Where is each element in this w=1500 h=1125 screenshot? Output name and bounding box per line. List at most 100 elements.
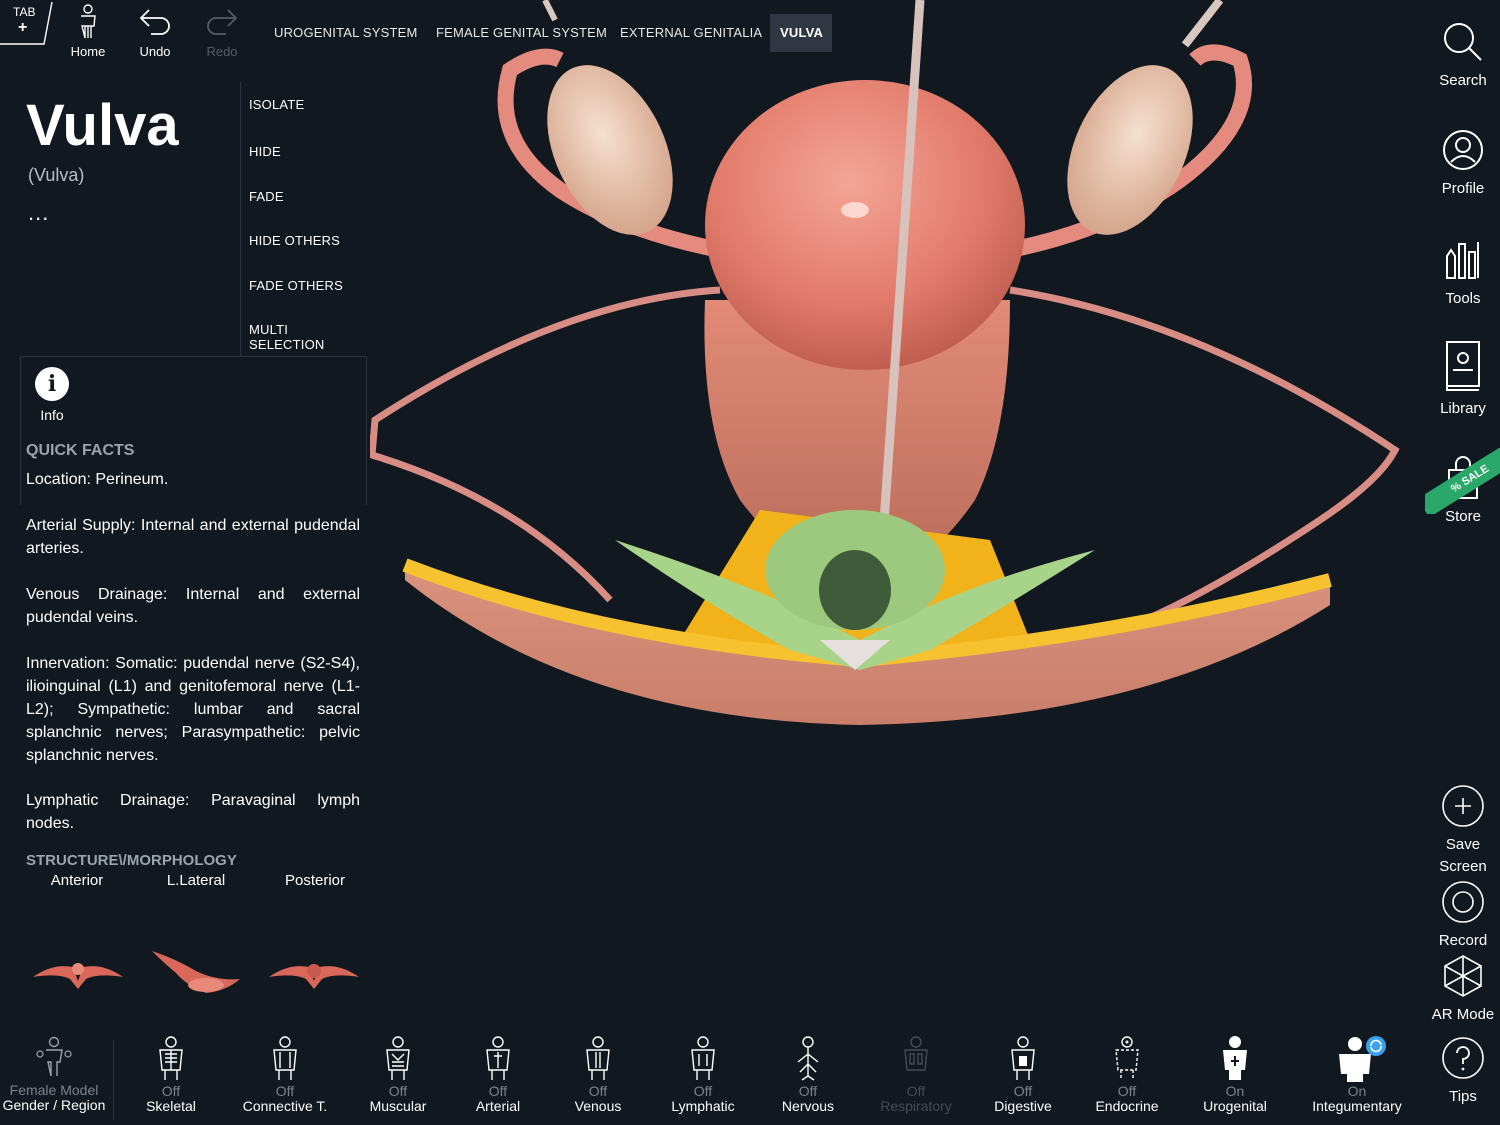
lymphatic-label: Lymphatic <box>671 1098 735 1114</box>
redo-label: Redo <box>206 44 238 59</box>
structure-latin-name: (Vulva) <box>28 165 85 185</box>
save-screen-button[interactable]: Save Screen <box>1428 784 1498 878</box>
left-round-ligament[interactable] <box>370 286 721 603</box>
search-button[interactable]: Search <box>1428 20 1498 92</box>
sale-badge-text: % SALE <box>1425 448 1500 514</box>
integumentary-label: Integumentary <box>1312 1098 1402 1114</box>
nervous-icon <box>797 1036 819 1081</box>
redo-icon <box>207 9 238 35</box>
tips-label: Tips <box>1449 1088 1477 1105</box>
isolate-action[interactable]: ISOLATE <box>249 97 304 112</box>
lateral-view-thumbnail[interactable] <box>146 935 246 1005</box>
venous-icon <box>586 1036 610 1080</box>
respiratory-label: Respiratory <box>880 1098 952 1114</box>
save-screen-label-line1: Save <box>1445 836 1481 853</box>
specular-highlight <box>841 202 869 218</box>
system-toggle-integumentary[interactable]: On Integumentary <box>1297 1036 1417 1114</box>
fact-venous-drainage: Venous Drainage: Internal and external p… <box>26 586 360 626</box>
system-toggle-venous[interactable]: Off Venous <box>538 1036 658 1114</box>
info-icon: i <box>35 367 69 401</box>
skeletal-label: Skeletal <box>146 1098 196 1114</box>
info-label: Info <box>40 407 64 423</box>
posterior-view-thumbnail[interactable] <box>264 935 364 1005</box>
tools-icon <box>1446 242 1479 279</box>
save-screen-label-line2: Screen <box>1439 858 1487 875</box>
hide-others-action[interactable]: HIDE OTHERS <box>249 233 340 248</box>
record-icon <box>1442 881 1484 923</box>
ar-mode-button[interactable]: AR Mode <box>1428 954 1498 1026</box>
right-probe <box>1181 0 1224 48</box>
model-sub-label: Gender / Region <box>2 1097 106 1113</box>
respiratory-icon <box>904 1036 928 1071</box>
redo-button[interactable]: Redo <box>192 4 252 64</box>
ar-cube-icon <box>1444 955 1482 997</box>
library-button[interactable]: Library <box>1428 340 1498 420</box>
right-ovary[interactable] <box>1042 45 1218 255</box>
quick-facts-header: QUICK FACTS <box>26 442 135 459</box>
right-round-ligament[interactable] <box>1009 286 1400 634</box>
search-label: Search <box>1439 72 1487 89</box>
profile-icon <box>1443 130 1483 170</box>
structure-morphology-header: STRUCTURE\/MORPHOLOGY <box>26 852 237 866</box>
anterior-view-thumbnail[interactable] <box>28 935 128 1005</box>
left-ovary[interactable] <box>522 45 698 255</box>
system-toggle-respiratory[interactable]: Off Respiratory <box>856 1036 976 1114</box>
digestive-label: Digestive <box>994 1098 1052 1114</box>
structure-title: Vulva <box>26 93 179 158</box>
gender-region-button[interactable]: Female Model Gender / Region <box>0 1036 108 1113</box>
view-label-lateral: L.Lateral <box>166 872 226 889</box>
tips-button[interactable]: Tips <box>1428 1036 1498 1108</box>
model-name: Female Model <box>9 1082 99 1098</box>
anatomy-3d-viewer[interactable] <box>370 0 1426 1030</box>
fact-innervation: Innervation: Somatic: pudendal nerve (S2… <box>26 655 360 764</box>
system-toggle-endocrine[interactable]: Off Endocrine <box>1067 1036 1187 1114</box>
info-button[interactable]: i Info <box>27 367 77 427</box>
fade-action[interactable]: FADE <box>249 189 284 204</box>
urogenital-icon <box>1223 1036 1247 1080</box>
respiratory-state: Off <box>906 1083 926 1099</box>
profile-label: Profile <box>1441 180 1485 197</box>
search-icon <box>1444 23 1482 61</box>
multi-selection-action[interactable]: MULTI SELECTION <box>249 322 365 352</box>
system-toggle-digestive[interactable]: Off Digestive <box>963 1036 1083 1114</box>
fade-others-action[interactable]: FADE OTHERS <box>249 278 343 293</box>
tab-plus-icon: + <box>18 19 28 36</box>
fact-location: Location: Perineum. <box>26 471 169 488</box>
home-label: Home <box>70 44 106 59</box>
tab-label: TAB <box>13 5 36 19</box>
plus-circle-icon <box>1442 785 1484 827</box>
system-toggle-urogenital[interactable]: On Urogenital <box>1175 1036 1295 1114</box>
more-options-button[interactable]: ... <box>28 200 49 226</box>
system-toggle-skeletal[interactable]: Off Skeletal <box>111 1036 231 1114</box>
arterial-icon <box>486 1036 510 1080</box>
muscular-icon <box>386 1036 410 1080</box>
home-button[interactable]: Home <box>58 4 118 64</box>
vaginal-orifice <box>819 550 891 630</box>
endocrine-icon <box>1115 1036 1139 1080</box>
system-toggle-nervous[interactable]: Off Nervous <box>748 1036 868 1114</box>
female-model-icon <box>36 1036 72 1077</box>
skeletal-state: Off <box>161 1083 181 1099</box>
profile-button[interactable]: Profile <box>1428 128 1498 200</box>
hide-action[interactable]: HIDE <box>249 144 281 159</box>
system-toggle-lymphatic[interactable]: Off Lymphatic <box>643 1036 763 1114</box>
view-label-posterior: Posterior <box>284 872 346 889</box>
help-icon <box>1442 1037 1484 1079</box>
new-tab-button[interactable]: TAB + <box>0 0 53 45</box>
undo-button[interactable]: Undo <box>125 4 185 64</box>
lymphatic-icon <box>691 1036 715 1080</box>
sale-badge[interactable]: % SALE <box>1425 448 1500 514</box>
library-label: Library <box>1440 400 1486 417</box>
uterus[interactable] <box>705 80 1025 370</box>
nervous-label: Nervous <box>781 1098 835 1114</box>
digestive-icon <box>1011 1036 1035 1080</box>
venous-state: Off <box>588 1083 608 1099</box>
library-icon <box>1446 341 1480 391</box>
system-toggle-connective-tissue[interactable]: Off Connective T. <box>225 1036 345 1114</box>
fact-arterial-supply: Arterial Supply: Internal and external p… <box>26 517 360 557</box>
endocrine-label: Endocrine <box>1095 1098 1159 1114</box>
tools-button[interactable]: Tools <box>1428 238 1498 310</box>
record-button[interactable]: Record <box>1428 880 1498 952</box>
home-figure-icon <box>81 4 96 39</box>
venous-label: Venous <box>574 1098 622 1114</box>
